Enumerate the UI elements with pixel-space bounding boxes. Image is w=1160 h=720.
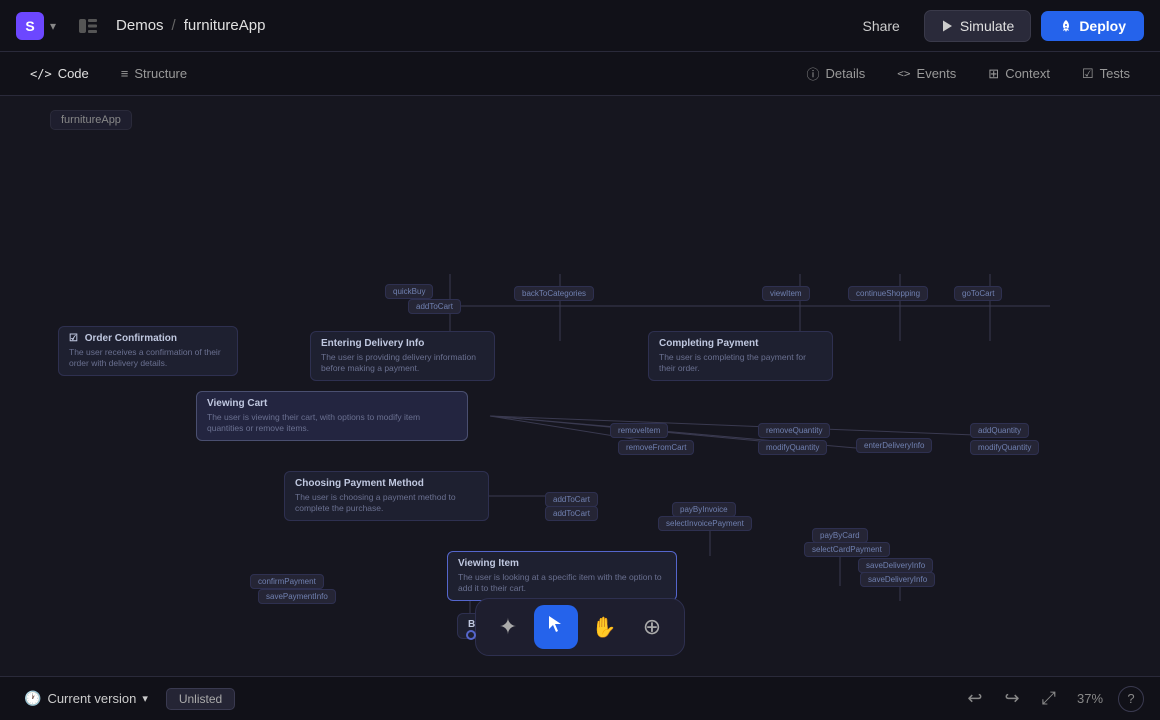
select-tool-button[interactable] xyxy=(534,605,578,649)
node-desc-order: The user receives a confirmation of thei… xyxy=(69,347,227,369)
fullscreen-icon: ⤢ xyxy=(1042,688,1056,708)
version-label: Current version xyxy=(47,691,136,706)
logo-area[interactable]: S ▾ xyxy=(16,12,56,40)
node-completing-payment[interactable]: Completing Payment The user is completin… xyxy=(648,331,833,381)
breadcrumb-separator: / xyxy=(172,17,176,34)
tab-events[interactable]: <> Events xyxy=(883,60,970,87)
conn-back-to-categories: backToCategories xyxy=(514,286,594,301)
node-connector-dot xyxy=(466,630,476,640)
tests-icon: ☑ xyxy=(1082,66,1094,82)
tab-right: ⓘ Details <> Events ⊞ Context ☑ Tests xyxy=(793,58,1144,89)
pan-tool-button[interactable]: ✋ xyxy=(582,605,626,649)
conn-save-payment-info: savePaymentInfo xyxy=(258,589,336,604)
node-desc-cart: The user is viewing their cart, with opt… xyxy=(207,412,457,434)
chevron-down-icon: ▾ xyxy=(50,19,56,33)
sparkle-tool-button[interactable]: ✦ xyxy=(486,605,530,649)
zoom-level: 37% xyxy=(1072,691,1108,706)
tab-details[interactable]: ⓘ Details xyxy=(793,58,880,89)
unlisted-badge[interactable]: Unlisted xyxy=(166,688,235,710)
conn-confirm-payment: confirmPayment xyxy=(250,574,324,589)
clock-icon: 🕐 xyxy=(24,690,41,707)
breadcrumb-child[interactable]: furnitureApp xyxy=(184,17,266,34)
top-bar: S ▾ Demos / furnitureApp Share Simulate xyxy=(0,0,1160,52)
cursor-icon xyxy=(547,614,565,640)
conn-pay-by-card: payByCard xyxy=(812,528,868,543)
redo-button[interactable]: ↪ xyxy=(999,684,1026,713)
hand-icon: ✋ xyxy=(592,615,617,640)
version-chevron-icon: ▾ xyxy=(142,692,148,705)
tab-context[interactable]: ⊞ Context xyxy=(974,60,1064,88)
bottom-right: ↩ ↪ ⤢ 37% ? xyxy=(961,684,1144,713)
add-tool-button[interactable]: ⊕ xyxy=(630,605,674,649)
conn-add-quantity: addQuantity xyxy=(970,423,1029,438)
conn-quick-buy: quickBuy xyxy=(385,284,433,299)
conn-remove-quantity: removeQuantity xyxy=(758,423,830,438)
tab-bar: </> Code ≡ Structure ⓘ Details <> Events… xyxy=(0,52,1160,96)
node-order-confirmation[interactable]: ☑ Order Confirmation The user receives a… xyxy=(58,326,238,376)
help-button[interactable]: ? xyxy=(1118,686,1144,712)
conn-enter-delivery-info: enterDeliveryInfo xyxy=(856,438,932,453)
conn-continue-shopping: continueShopping xyxy=(848,286,928,301)
conn-go-to-cart: goToCart xyxy=(954,286,1002,301)
tab-tests[interactable]: ☑ Tests xyxy=(1068,60,1144,88)
logo-icon: S xyxy=(16,12,44,40)
toolbar: ✦ ✋ ⊕ xyxy=(475,598,685,656)
simulate-button[interactable]: Simulate xyxy=(924,10,1031,42)
play-icon xyxy=(941,19,954,33)
conn-save-delivery-info-2: saveDeliveryInfo xyxy=(860,572,935,587)
bottom-bar: 🕐 Current version ▾ Unlisted ↩ ↪ ⤢ 37% ? xyxy=(0,676,1160,720)
structure-icon: ≡ xyxy=(121,66,129,81)
node-icon-order: ☑ xyxy=(69,333,78,344)
conn-select-invoice-payment: selectInvoicePayment xyxy=(658,516,752,531)
conn-pay-by-invoice: payByInvoice xyxy=(672,502,736,517)
node-desc-choosing: The user is choosing a payment method to… xyxy=(295,492,478,514)
conn-remove-from-cart: removeFromCart xyxy=(618,440,694,455)
version-button[interactable]: 🕐 Current version ▾ xyxy=(16,686,156,711)
redo-icon: ↪ xyxy=(1005,688,1020,708)
tab-code[interactable]: </> Code xyxy=(16,60,103,87)
node-viewing-cart[interactable]: Viewing Cart The user is viewing their c… xyxy=(196,391,468,441)
node-choosing-payment[interactable]: Choosing Payment Method The user is choo… xyxy=(284,471,489,521)
breadcrumb-parent[interactable]: Demos xyxy=(116,17,164,34)
canvas-app-label: furnitureApp xyxy=(50,110,132,130)
plus-icon: ⊕ xyxy=(643,614,661,640)
undo-icon: ↩ xyxy=(967,688,982,708)
help-icon: ? xyxy=(1127,691,1134,706)
node-viewing-item[interactable]: Viewing Item The user is looking at a sp… xyxy=(447,551,677,601)
conn-remove-item: removeItem xyxy=(610,423,668,438)
events-icon: <> xyxy=(897,67,910,80)
share-button[interactable]: Share xyxy=(848,12,913,40)
undo-button[interactable]: ↩ xyxy=(961,684,988,713)
fullscreen-button[interactable]: ⤢ xyxy=(1036,684,1062,713)
details-icon: ⓘ xyxy=(807,64,820,83)
node-desc-item: The user is looking at a specific item w… xyxy=(458,572,666,594)
conn-add-to-cart-3: addToCart xyxy=(545,506,598,521)
top-bar-right: Share Simulate Deploy xyxy=(848,10,1144,42)
node-desc-delivery: The user is providing delivery informati… xyxy=(321,352,484,374)
breadcrumb: Demos / furnitureApp xyxy=(116,17,265,34)
sparkle-icon: ✦ xyxy=(499,614,517,640)
conn-modify-quantity-1: modifyQuantity xyxy=(758,440,827,455)
node-entering-delivery[interactable]: Entering Delivery Info The user is provi… xyxy=(310,331,495,381)
tab-structure[interactable]: ≡ Structure xyxy=(107,60,201,87)
conn-save-delivery-info: saveDeliveryInfo xyxy=(858,558,933,573)
canvas-area[interactable]: furnitureApp quickBuy addToCart backToCa… xyxy=(0,96,1160,676)
conn-add-to-cart-2: addToCart xyxy=(545,492,598,507)
conn-add-to-cart-1: addToCart xyxy=(408,299,461,314)
deploy-button[interactable]: Deploy xyxy=(1041,11,1144,41)
node-desc-payment: The user is completing the payment for t… xyxy=(659,352,822,374)
conn-modify-quantity-2: modifyQuantity xyxy=(970,440,1039,455)
rocket-icon xyxy=(1059,19,1073,33)
context-icon: ⊞ xyxy=(988,66,999,82)
code-icon: </> xyxy=(30,67,52,81)
sidebar-toggle-button[interactable] xyxy=(72,10,104,42)
conn-select-card-payment: selectCardPayment xyxy=(804,542,890,557)
conn-view-item: viewItem xyxy=(762,286,810,301)
